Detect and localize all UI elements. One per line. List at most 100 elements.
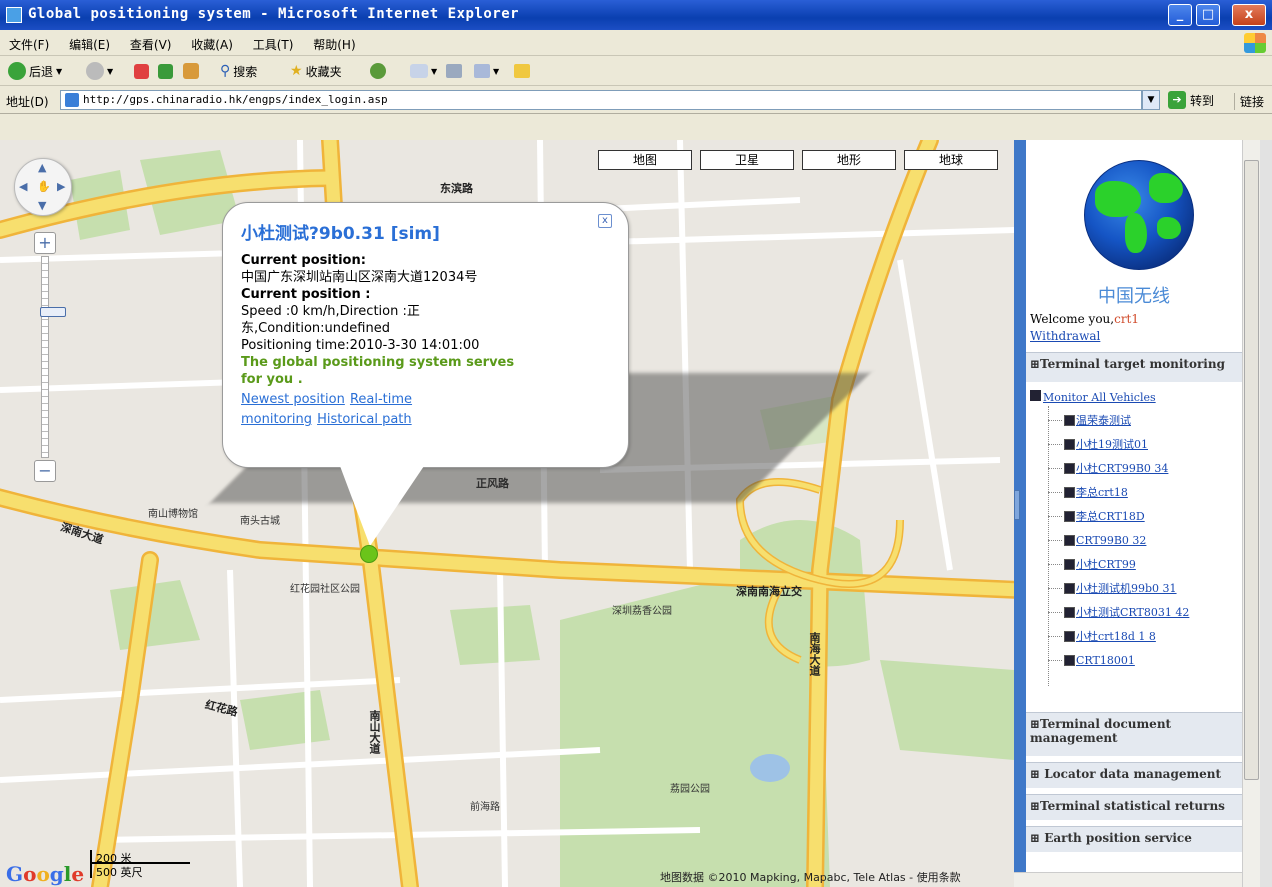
minimize-button[interactable]: _: [1168, 4, 1192, 26]
back-button[interactable]: 后退 ▼: [8, 61, 62, 81]
folder-button[interactable]: [514, 61, 530, 81]
menu-edit[interactable]: 编辑(E): [60, 30, 117, 56]
vehicle-item[interactable]: 李总CRT18D: [1048, 506, 1145, 526]
menu-file[interactable]: 文件(F): [0, 30, 56, 56]
map-type-earth[interactable]: 地球: [904, 150, 998, 170]
menu-tools[interactable]: 工具(T): [244, 30, 301, 56]
zoom-handle[interactable]: [40, 307, 66, 317]
address-input[interactable]: http://gps.chinaradio.hk/engps/index_log…: [60, 90, 1142, 110]
section-statistical-returns[interactable]: ⊞Terminal statistical returns: [1026, 794, 1242, 820]
maximize-button[interactable]: □: [1196, 4, 1220, 26]
position-address: 中国广东深圳站南山区深南大道12034号: [241, 270, 478, 285]
windows-logo-icon: [1244, 33, 1266, 53]
home-button[interactable]: [183, 61, 199, 81]
vehicle-item[interactable]: 小杜19测试01: [1048, 434, 1148, 454]
speed-direction: Speed :0 km/h,Direction :正: [241, 304, 420, 319]
menu-help[interactable]: 帮助(H): [304, 30, 362, 56]
favorites-button[interactable]: ★ 收藏夹: [290, 61, 342, 81]
folder-icon: [514, 64, 530, 78]
username: crt1: [1114, 312, 1140, 326]
scale-top: 200 米: [90, 850, 190, 865]
panel-splitter-handle[interactable]: [1014, 490, 1020, 520]
map-type-map[interactable]: 地图: [598, 150, 692, 170]
map-copyright: 地图数据 ©2010 Mapking, Mapabc, Tele Atlas -…: [660, 871, 961, 884]
section-terminal-document[interactable]: ⊞Terminal document management: [1026, 712, 1242, 756]
stop-icon: [134, 63, 149, 79]
sidebar-horizontal-scrollbar[interactable]: [1014, 872, 1242, 887]
refresh-button[interactable]: [158, 61, 173, 81]
go-button[interactable]: ➔ 转到: [1168, 90, 1214, 110]
zoom-track[interactable]: [40, 256, 66, 458]
back-label: 后退: [29, 64, 54, 79]
vehicle-icon: [1064, 438, 1075, 450]
historical-path-link[interactable]: Historical path: [317, 412, 412, 427]
map-type-terrain[interactable]: 地形: [802, 150, 896, 170]
vehicle-item[interactable]: 小杜crt18d 1 8: [1048, 626, 1156, 646]
star-icon: ★: [290, 63, 303, 79]
pan-down-icon[interactable]: ▼: [38, 199, 46, 212]
links-button[interactable]: 链接: [1234, 93, 1264, 110]
stop-button[interactable]: [134, 61, 149, 81]
monitor-all-vehicles-link[interactable]: Monitor All Vehicles: [1030, 390, 1156, 404]
pan-up-icon[interactable]: ▲: [38, 161, 46, 174]
section-locator-data[interactable]: ⊞ Locator data management: [1026, 762, 1242, 788]
vehicle-item[interactable]: 小杜测试机99b0 31: [1048, 578, 1177, 598]
monitoring-link[interactable]: monitoring: [241, 412, 312, 427]
hand-icon[interactable]: ✋: [37, 180, 51, 193]
edit-icon: [474, 64, 490, 78]
mail-button[interactable]: ▼: [410, 61, 437, 81]
toolbar: 后退 ▼ ▼ ⚲ 搜索 ★ 收藏夹 ▼ ▼: [0, 56, 1272, 86]
pan-left-icon[interactable]: ◀: [19, 180, 27, 193]
vehicle-icon: [1064, 462, 1075, 474]
chevron-down-icon: ▼: [431, 66, 438, 76]
sidebar-scrollbar[interactable]: [1242, 140, 1260, 887]
vehicle-marker[interactable]: [360, 545, 378, 563]
vehicle-item[interactable]: 小杜CRT99B0 34: [1048, 458, 1168, 478]
favorites-label: 收藏夹: [305, 64, 342, 79]
zoom-in-button[interactable]: +: [34, 232, 56, 254]
section-earth-position[interactable]: ⊞ Earth position service: [1026, 826, 1242, 852]
history-icon: [370, 63, 386, 79]
pan-right-icon[interactable]: ▶: [57, 180, 65, 193]
zoom-slider[interactable]: + −: [34, 232, 66, 482]
realtime-link[interactable]: Real-time: [350, 392, 412, 407]
zoom-out-button[interactable]: −: [34, 460, 56, 482]
pan-control[interactable]: ▲ ◀ ▶ ▼ ✋: [14, 158, 72, 216]
edit-button[interactable]: ▼: [474, 61, 499, 81]
go-arrow-icon: ➔: [1168, 91, 1186, 109]
google-logo: Google: [6, 862, 85, 886]
menu-favorites[interactable]: 收藏(A): [182, 30, 240, 56]
positioning-time: Positioning time:2010-3-30 14:01:00: [241, 338, 480, 353]
close-window-button[interactable]: x: [1232, 4, 1266, 26]
search-label: 搜索: [233, 64, 258, 79]
menu-view[interactable]: 查看(V): [121, 30, 179, 56]
history-button[interactable]: [370, 61, 386, 81]
window-title: Global positioning system - Microsoft In…: [28, 6, 520, 22]
vehicle-item[interactable]: 温荣泰测试: [1048, 410, 1131, 430]
place-label: 红花园社区公园: [290, 584, 360, 595]
scrollbar-thumb[interactable]: [1244, 160, 1259, 780]
serve-line-2: for you .: [241, 372, 303, 387]
vehicle-item[interactable]: 小杜测试CRT8031 42: [1048, 602, 1189, 622]
ie-icon: [6, 7, 22, 23]
newest-position-link[interactable]: Newest position: [241, 392, 345, 407]
info-close-button[interactable]: x: [598, 214, 612, 228]
vehicle-item[interactable]: CRT18001: [1048, 650, 1135, 670]
scale-bar: 200 米 500 英尺: [90, 850, 200, 884]
page-icon: [65, 93, 79, 107]
forward-button[interactable]: ▼: [86, 61, 113, 81]
map-canvas[interactable]: 地图 卫星 地形 地球 深南大道 深南南海立交 南海大道 南山大道 东滨路 正风…: [0, 140, 1014, 887]
map-type-satellite[interactable]: 卫星: [700, 150, 794, 170]
search-button[interactable]: ⚲ 搜索: [220, 61, 257, 81]
vehicle-item[interactable]: 小杜CRT99: [1048, 554, 1136, 574]
withdrawal-link[interactable]: Withdrawal: [1030, 329, 1100, 343]
refresh-icon: [158, 63, 173, 79]
title-bar: Global positioning system - Microsoft In…: [0, 0, 1272, 30]
vehicle-item[interactable]: 李总crt18: [1048, 482, 1128, 502]
address-label: 地址(D): [6, 95, 49, 109]
page-scrollbar[interactable]: [1260, 140, 1272, 887]
print-button[interactable]: [446, 61, 462, 81]
section-terminal-monitoring[interactable]: ⊞Terminal target monitoring: [1026, 352, 1242, 382]
vehicle-item[interactable]: CRT99B0 32: [1048, 530, 1146, 550]
address-dropdown-button[interactable]: ▼: [1142, 90, 1160, 110]
